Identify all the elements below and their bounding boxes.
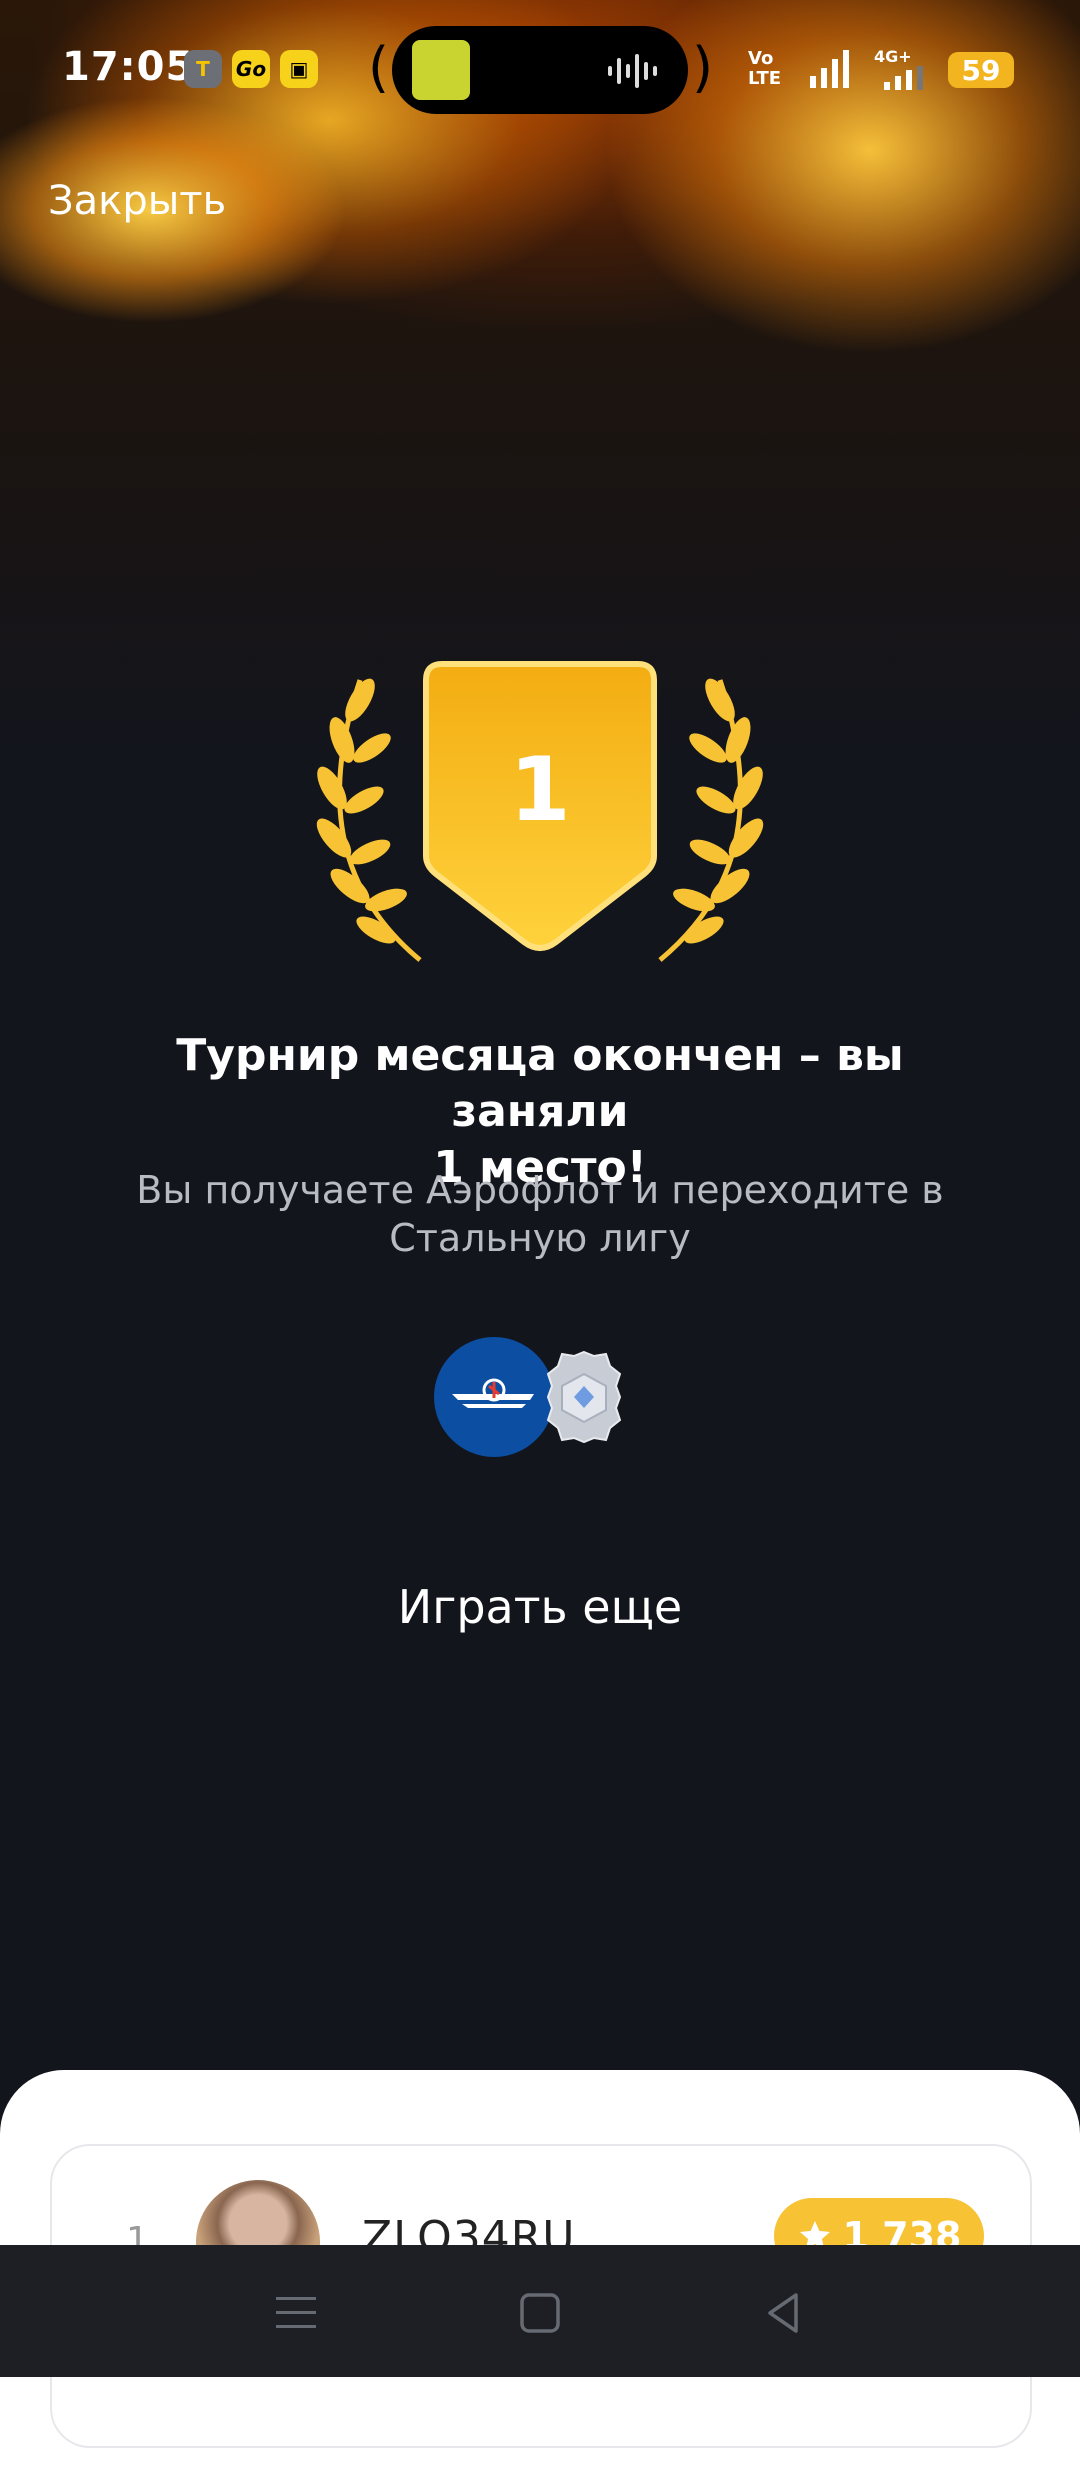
system-nav-bar <box>0 2245 1080 2377</box>
taxi-app-icon: ▣ <box>280 50 318 88</box>
lte-label: LTE <box>748 68 782 89</box>
result-subtitle: Вы получаете Аэрофлот и переходите в Ста… <box>136 1168 944 1260</box>
aeroflot-logo-icon <box>434 1337 554 1457</box>
laurel-right-icon <box>658 678 764 962</box>
album-art-icon <box>412 40 470 100</box>
first-place-trophy: 1 <box>316 661 764 962</box>
island-right-bracket: ) <box>692 36 714 99</box>
place-number: 1 <box>509 738 570 841</box>
tinkoff-app-icon: T <box>184 50 222 88</box>
laurel-left-icon <box>316 678 422 962</box>
play-again-button[interactable]: Играть еще <box>340 1580 740 1634</box>
battery-indicator: 59 <box>948 52 1014 88</box>
signal-2-icon <box>884 66 923 90</box>
island-left-bracket: ( <box>368 36 390 99</box>
status-bar: 17:05 T Go ▣ ( ) Vo LTE 4G+ 59 <box>0 0 1080 140</box>
yandex-go-app-icon: Go <box>232 50 270 88</box>
home-icon[interactable] <box>512 2285 568 2341</box>
status-time: 17:05 <box>62 44 195 90</box>
signal-icon <box>810 50 849 88</box>
rewards-row <box>434 1337 622 1457</box>
steel-league-badge-icon <box>546 1350 622 1444</box>
4g-label: 4G+ <box>874 47 912 66</box>
volte-label: Vo <box>748 48 774 69</box>
close-button[interactable]: Закрыть <box>48 178 226 224</box>
audio-wave-icon <box>608 54 657 88</box>
dynamic-island <box>392 26 688 114</box>
back-icon[interactable] <box>756 2285 812 2341</box>
menu-icon[interactable] <box>268 2285 324 2341</box>
